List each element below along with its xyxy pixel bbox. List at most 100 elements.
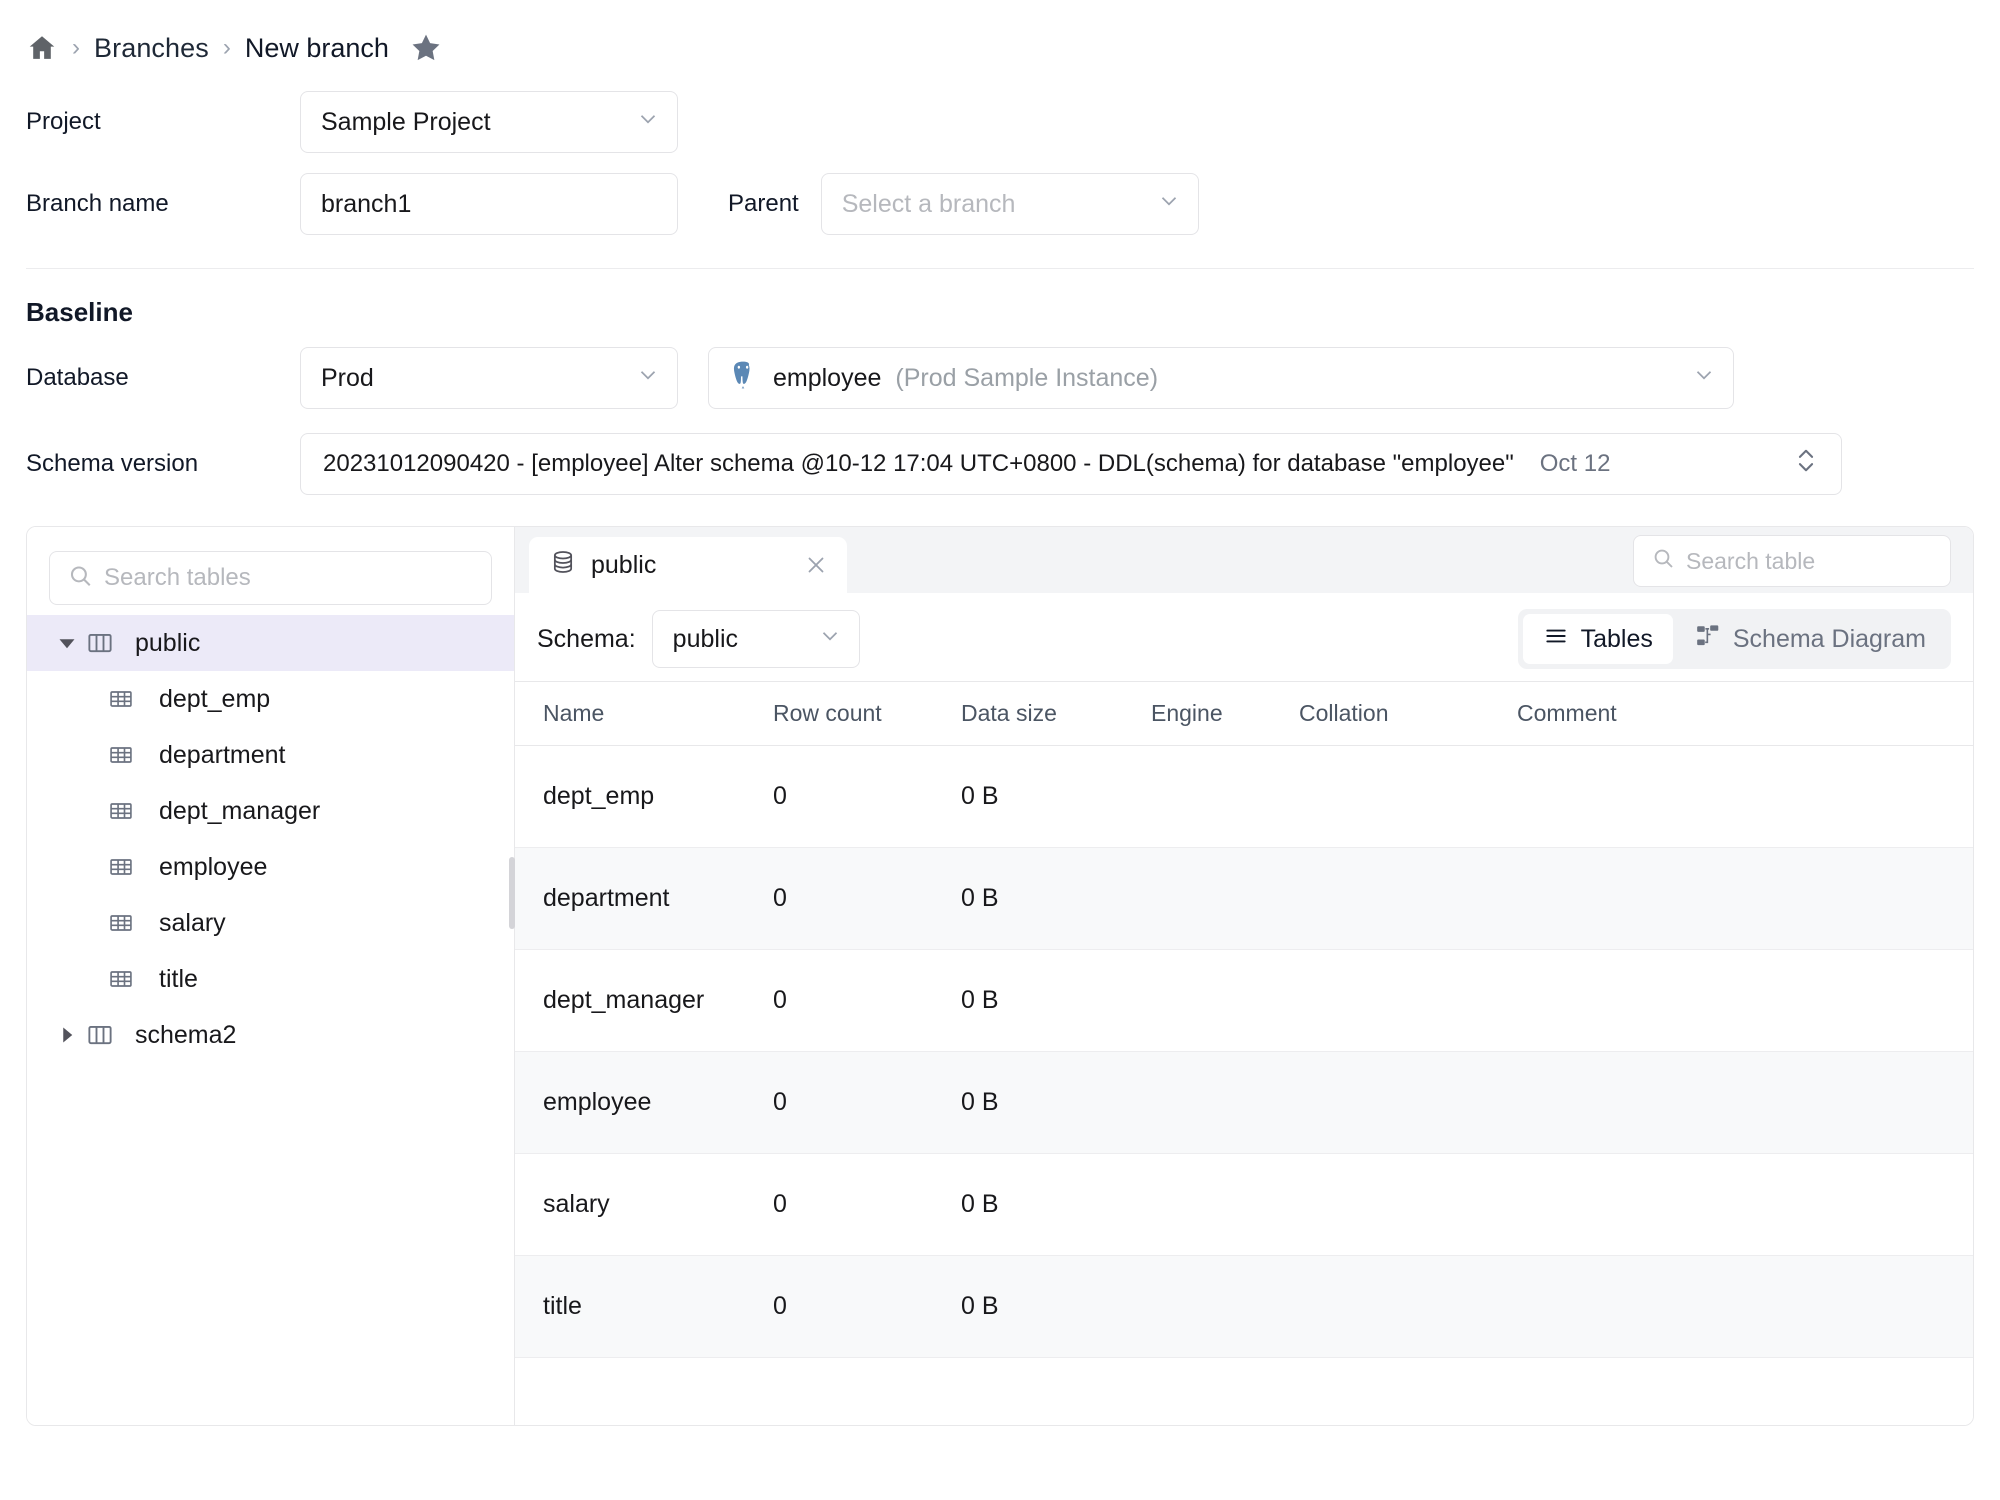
table-row[interactable]: dept_manager 0 0 B	[515, 949, 1973, 1052]
breadcrumb-item-branches[interactable]: Branches	[94, 33, 209, 64]
chevron-down-icon[interactable]	[49, 634, 85, 652]
view-toggle-tables[interactable]: Tables	[1522, 614, 1673, 664]
project-select[interactable]: Sample Project	[300, 91, 678, 153]
parent-select[interactable]: Select a branch	[820, 173, 1199, 235]
table-row[interactable]: salary 0 0 B	[515, 1153, 1973, 1256]
column-header-data-size[interactable]: Data size	[961, 681, 1151, 746]
chevron-right-icon[interactable]	[49, 1026, 85, 1044]
cell-comment	[1517, 745, 1973, 848]
close-icon[interactable]	[803, 552, 829, 578]
home-icon[interactable]	[26, 32, 58, 64]
schema-select-label: Schema:	[537, 624, 636, 653]
column-header-collation[interactable]: Collation	[1299, 681, 1517, 746]
tab-label: public	[591, 550, 657, 579]
branch-form: Project Sample Project Branch name branc…	[0, 86, 2000, 240]
cell-engine	[1151, 949, 1299, 1052]
database-label: Database	[26, 364, 129, 391]
instance-name: (Prod Sample Instance)	[895, 363, 1159, 392]
view-toggle-tables-label: Tables	[1580, 624, 1653, 653]
list-icon	[1543, 623, 1569, 656]
cell-comment	[1517, 847, 1973, 950]
search-table-input[interactable]: Search table	[1633, 535, 1951, 587]
column-header-engine[interactable]: Engine	[1151, 681, 1299, 746]
star-icon[interactable]	[403, 31, 443, 65]
table-icon	[107, 797, 151, 825]
tree-node-label: department	[159, 740, 286, 769]
cell-row-count: 0	[773, 949, 961, 1052]
tree-node-salary[interactable]: salary	[27, 895, 514, 951]
schema-toolbar: Schema: public Tables Schema Diagram	[515, 593, 1973, 681]
tables-table: Name Row count Data size Engine Collatio…	[515, 681, 1973, 1358]
cell-comment	[1517, 949, 1973, 1052]
cell-engine	[1151, 1051, 1299, 1154]
project-label: Project	[26, 108, 101, 135]
search-icon	[1651, 546, 1675, 576]
table-row[interactable]: dept_emp 0 0 B	[515, 745, 1973, 848]
search-icon	[67, 563, 93, 594]
database-select-value: Prod	[321, 363, 374, 392]
project-select-value: Sample Project	[321, 107, 491, 136]
cell-name: dept_emp	[515, 745, 773, 848]
tree-node-label: public	[135, 628, 201, 657]
view-toggle-schema-diagram-label: Schema Diagram	[1732, 624, 1926, 653]
tree-node-label: title	[159, 964, 198, 993]
cell-collation	[1299, 1051, 1517, 1154]
table-row[interactable]: department 0 0 B	[515, 847, 1973, 950]
column-header-comment[interactable]: Comment	[1517, 681, 1973, 746]
tables-table-head: Name Row count Data size Engine Collatio…	[515, 681, 1973, 746]
branch-name-input[interactable]: branch1	[300, 173, 678, 235]
tree-node-dept_manager[interactable]: dept_manager	[27, 783, 514, 839]
column-header-row-count[interactable]: Row count	[773, 681, 961, 746]
cell-data-size: 0 B	[961, 847, 1151, 950]
cell-data-size: 0 B	[961, 1051, 1151, 1154]
pane-resize-handle[interactable]	[509, 857, 515, 929]
column-header-name[interactable]: Name	[515, 681, 773, 746]
table-icon	[107, 741, 151, 769]
tables-table-body: dept_emp 0 0 B department 0 0 B dept_man…	[515, 745, 1973, 1358]
tree-node-title[interactable]: title	[27, 951, 514, 1007]
cell-row-count: 0	[773, 1255, 961, 1358]
tree-node-dept_emp[interactable]: dept_emp	[27, 671, 514, 727]
form-row-database: Database Prod employee (Prod Sample Inst…	[26, 342, 1974, 414]
chevron-down-icon	[635, 106, 661, 139]
table-icon	[107, 909, 151, 937]
tree-node-public[interactable]: public	[27, 615, 514, 671]
cell-collation	[1299, 1153, 1517, 1256]
diagram-icon	[1695, 623, 1721, 656]
baseline-heading: Baseline	[26, 297, 133, 327]
cell-collation	[1299, 745, 1517, 848]
tree-node-schema2[interactable]: schema2	[27, 1007, 514, 1063]
table-icon	[107, 685, 151, 713]
cell-engine	[1151, 1153, 1299, 1256]
search-tables-input[interactable]: Search tables	[49, 551, 492, 605]
tree-node-employee[interactable]: employee	[27, 839, 514, 895]
cell-engine	[1151, 1255, 1299, 1358]
form-row-project: Project Sample Project	[26, 86, 1974, 158]
form-row-schema-version: Schema version 20231012090420 - [employe…	[26, 428, 1974, 500]
cell-collation	[1299, 949, 1517, 1052]
stepper-icon[interactable]	[1793, 444, 1819, 485]
schema-icon	[85, 1020, 127, 1050]
table-icon	[107, 965, 151, 993]
database-icon	[549, 548, 577, 583]
table-icon	[107, 853, 151, 881]
search-table-placeholder: Search table	[1686, 547, 1816, 574]
tree-node-label: employee	[159, 852, 268, 881]
parent-label: Parent	[728, 190, 799, 217]
cell-data-size: 0 B	[961, 949, 1151, 1052]
branch-name-label: Branch name	[26, 190, 169, 217]
breadcrumb: › Branches › New branch	[0, 0, 2000, 68]
view-toggle-schema-diagram[interactable]: Schema Diagram	[1675, 614, 1946, 664]
instance-select[interactable]: employee (Prod Sample Instance)	[708, 347, 1734, 409]
tables-list: Name Row count Data size Engine Collatio…	[515, 681, 1973, 1425]
database-select[interactable]: Prod	[300, 347, 678, 409]
table-row[interactable]: title 0 0 B	[515, 1255, 1973, 1358]
cell-data-size: 0 B	[961, 1153, 1151, 1256]
schema-version-select[interactable]: 20231012090420 - [employee] Alter schema…	[300, 433, 1842, 495]
table-row[interactable]: employee 0 0 B	[515, 1051, 1973, 1154]
tree-node-department[interactable]: department	[27, 727, 514, 783]
breadcrumb-separator-1: ›	[72, 34, 80, 61]
instance-database-name: employee	[773, 363, 882, 392]
tab-public[interactable]: public	[529, 537, 847, 593]
schema-select[interactable]: public	[651, 610, 860, 668]
